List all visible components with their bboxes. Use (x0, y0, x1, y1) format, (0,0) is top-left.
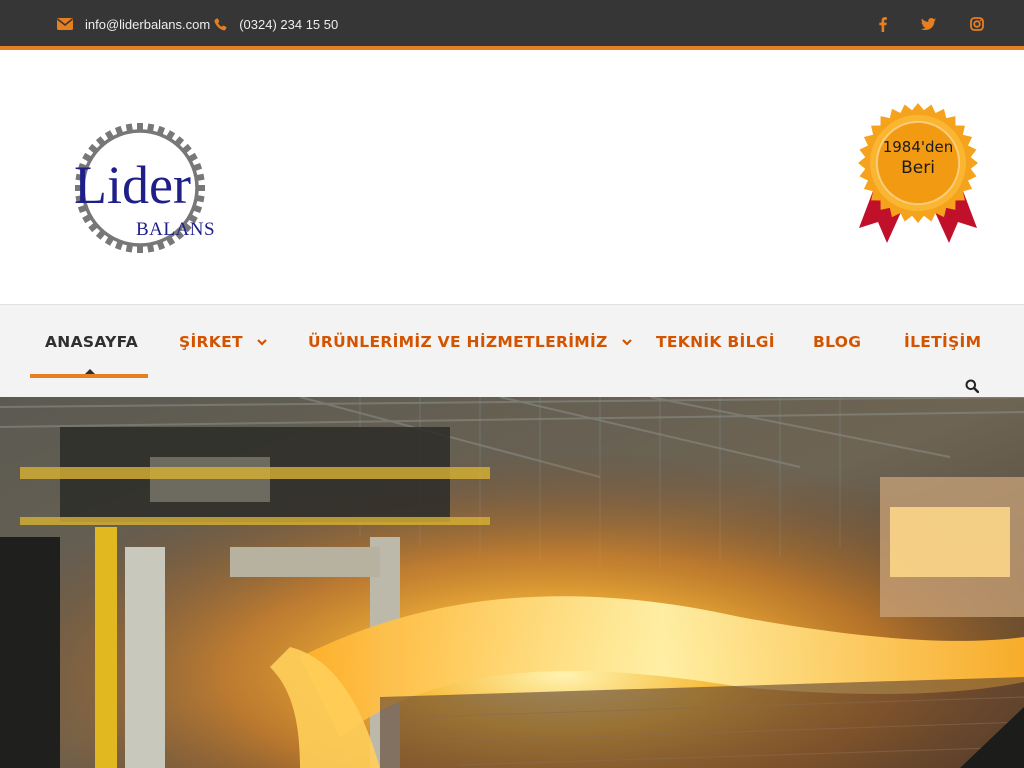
nav-item-label: BLOG (813, 333, 862, 351)
nav-item-label: TEKNİK BİLGİ (656, 333, 775, 351)
badge-line-1: 1984'den (882, 138, 954, 156)
logo-title: Lider (74, 155, 191, 215)
top-bar: info@liderbalans.com (0324) 234 15 50 (0, 0, 1024, 50)
chevron-down-icon (621, 338, 632, 346)
nav-item-label: ANASAYFA (45, 333, 139, 351)
nav-item-teknik-bilgi[interactable]: TEKNİK BİLGİ (656, 331, 775, 353)
contact-info: info@liderbalans.com (0324) 234 15 50 (57, 0, 338, 48)
nav-item-urunlerimiz[interactable]: ÜRÜNLERİMİZ VE HİZMETLERİMİZ (308, 331, 632, 353)
nav-item-blog[interactable]: BLOG (813, 331, 861, 353)
main-navigation: ANASAYFA ŞİRKET ÜRÜNLERİMİZ VE HİZMETLER… (0, 304, 1024, 397)
nav-item-label: ŞİRKET (179, 333, 243, 351)
nav-item-label: ÜRÜNLERİMİZ VE HİZMETLERİMİZ (308, 333, 608, 351)
nav-item-anasayfa[interactable]: ANASAYFA (45, 331, 138, 353)
instagram-icon[interactable] (970, 17, 984, 31)
social-links (879, 0, 984, 48)
logo-subtitle: BALANS (136, 219, 216, 240)
search-icon[interactable] (965, 379, 979, 393)
email-link[interactable]: info@liderbalans.com (85, 17, 210, 32)
badge-line-2: Beri (901, 158, 935, 178)
twitter-icon[interactable] (921, 18, 936, 30)
chevron-down-icon (257, 338, 267, 346)
envelope-icon (57, 18, 73, 30)
site-logo[interactable]: Lider BALANS (54, 120, 234, 256)
site-header: Lider BALANS 1984'den Beri (0, 54, 1024, 304)
phone-link[interactable]: (0324) 234 15 50 (239, 17, 338, 32)
phone-icon (214, 17, 227, 31)
hero-image (0, 397, 1024, 768)
since-1984-badge: 1984'den Beri (856, 101, 980, 251)
steel-mill-hero-image (0, 397, 1024, 768)
nav-item-iletisim[interactable]: İLETİŞİM (904, 331, 981, 353)
nav-item-label: İLETİŞİM (904, 333, 982, 351)
nav-item-sirket[interactable]: ŞİRKET (179, 331, 267, 353)
active-indicator-underline (30, 374, 148, 378)
facebook-icon[interactable] (879, 16, 887, 32)
